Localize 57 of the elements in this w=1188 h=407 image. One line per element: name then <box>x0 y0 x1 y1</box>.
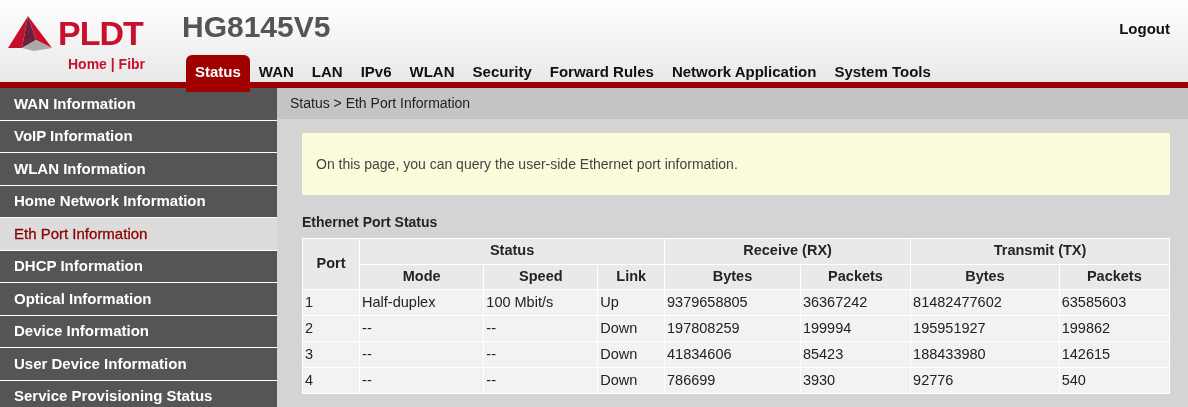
table-cell: -- <box>483 367 598 394</box>
table-cell: -- <box>483 315 598 342</box>
sidebar-item[interactable]: WAN Information <box>0 88 277 121</box>
table-cell: 3 <box>302 341 360 368</box>
table-cell: 199862 <box>1059 315 1170 342</box>
column-header: Bytes <box>664 264 801 290</box>
sidebar-item[interactable]: Device Information <box>0 315 277 348</box>
logo-tagline: Home | Fibr <box>68 55 147 74</box>
sidebar-item[interactable]: WLAN Information <box>0 153 277 186</box>
table-cell: 92776 <box>910 367 1060 394</box>
table-cell: 786699 <box>664 367 801 394</box>
table-cell: 36367242 <box>800 289 911 316</box>
logout-link[interactable]: Logout <box>1119 18 1170 41</box>
column-header: Port <box>302 238 360 290</box>
table-cell: 142615 <box>1059 341 1170 368</box>
nav-tab[interactable]: Status <box>186 55 250 92</box>
sidebar-item[interactable]: Home Network Information <box>0 185 277 218</box>
table-cell: Half-duplex <box>359 289 484 316</box>
sidebar-item[interactable]: DHCP Information <box>0 250 277 283</box>
column-header: Status <box>359 238 665 264</box>
table-cell: 41834606 <box>664 341 801 368</box>
table-cell: 199994 <box>800 315 911 342</box>
column-header: Transmit (TX) <box>910 238 1170 264</box>
table-cell: -- <box>359 315 484 342</box>
table-cell: 188433980 <box>910 341 1060 368</box>
table-cell: 9379658805 <box>664 289 801 316</box>
table-cell: -- <box>359 367 484 394</box>
sidebar-item[interactable]: Optical Information <box>0 283 277 316</box>
sidebar-item[interactable]: Eth Port Information <box>0 218 277 251</box>
column-header: Packets <box>1059 264 1170 290</box>
sidebar-item[interactable]: VoIP Information <box>0 120 277 153</box>
info-notice: On this page, you can query the user-side Ethernet port information. <box>302 133 1170 195</box>
column-header: Speed <box>483 264 598 290</box>
table-cell: 1 <box>302 289 360 316</box>
breadcrumb-text: Status > Eth Port Information <box>277 88 1188 119</box>
section-title: Ethernet Port Status <box>302 213 439 232</box>
table-cell: -- <box>483 341 598 368</box>
table-cell: 2 <box>302 315 360 342</box>
table-cell: 540 <box>1059 367 1170 394</box>
table-cell: 195951927 <box>910 315 1060 342</box>
column-header: Receive (RX) <box>664 238 911 264</box>
table-cell: 81482477602 <box>910 289 1060 316</box>
table-cell: 4 <box>302 367 360 394</box>
logo-icon <box>6 14 54 52</box>
sidebar-item[interactable]: Service Provisioning Status <box>0 380 277 407</box>
table-cell: 85423 <box>800 341 911 368</box>
sidebar-item[interactable]: User Device Information <box>0 348 277 381</box>
column-header: Packets <box>800 264 911 290</box>
table-cell: -- <box>359 341 484 368</box>
table-cell: 197808259 <box>664 315 801 342</box>
column-header: Bytes <box>910 264 1060 290</box>
device-title: HG8145V5 <box>182 12 332 42</box>
column-header: Mode <box>359 264 484 290</box>
table-cell: 63585603 <box>1059 289 1170 316</box>
table-cell: 100 Mbit/s <box>483 289 598 316</box>
table-cell: 3930 <box>800 367 911 394</box>
brand-logo: PLDT <box>58 16 143 50</box>
